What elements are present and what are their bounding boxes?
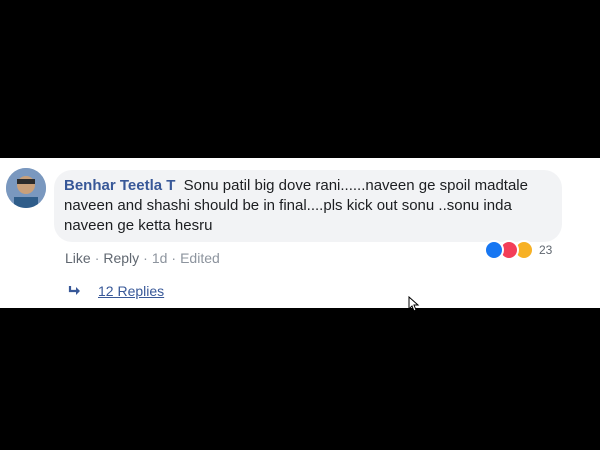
reply-arrow-icon — [68, 286, 80, 295]
separator: · — [94, 250, 100, 266]
comment-body: Benhar Teetla T Sonu patil big dove rani… — [64, 176, 554, 236]
comment-actions: Like · Reply · 1d · Edited — [65, 249, 220, 267]
edited-label[interactable]: Edited — [180, 249, 220, 267]
reaction-count: 23 — [539, 243, 553, 257]
comment-timestamp[interactable]: 1d — [152, 249, 168, 267]
comment-panel: Benhar Teetla T Sonu patil big dove rani… — [0, 158, 600, 312]
avatar[interactable] — [6, 168, 46, 208]
comment-author-link[interactable]: Benhar Teetla T — [64, 177, 175, 194]
like-icon — [484, 240, 504, 260]
reaction-summary[interactable]: 23 — [484, 240, 552, 260]
separator: · — [171, 250, 177, 266]
view-replies-link[interactable]: 12 Replies — [68, 283, 164, 299]
separator: · — [143, 250, 148, 266]
avatar-image — [6, 168, 46, 208]
mouse-cursor-icon — [408, 296, 420, 312]
replies-label: 12 Replies — [98, 283, 165, 299]
like-button[interactable]: Like — [65, 249, 91, 267]
comment-bubble: Benhar Teetla T Sonu patil big dove rani… — [54, 170, 562, 242]
reply-button[interactable]: Reply — [103, 249, 139, 267]
